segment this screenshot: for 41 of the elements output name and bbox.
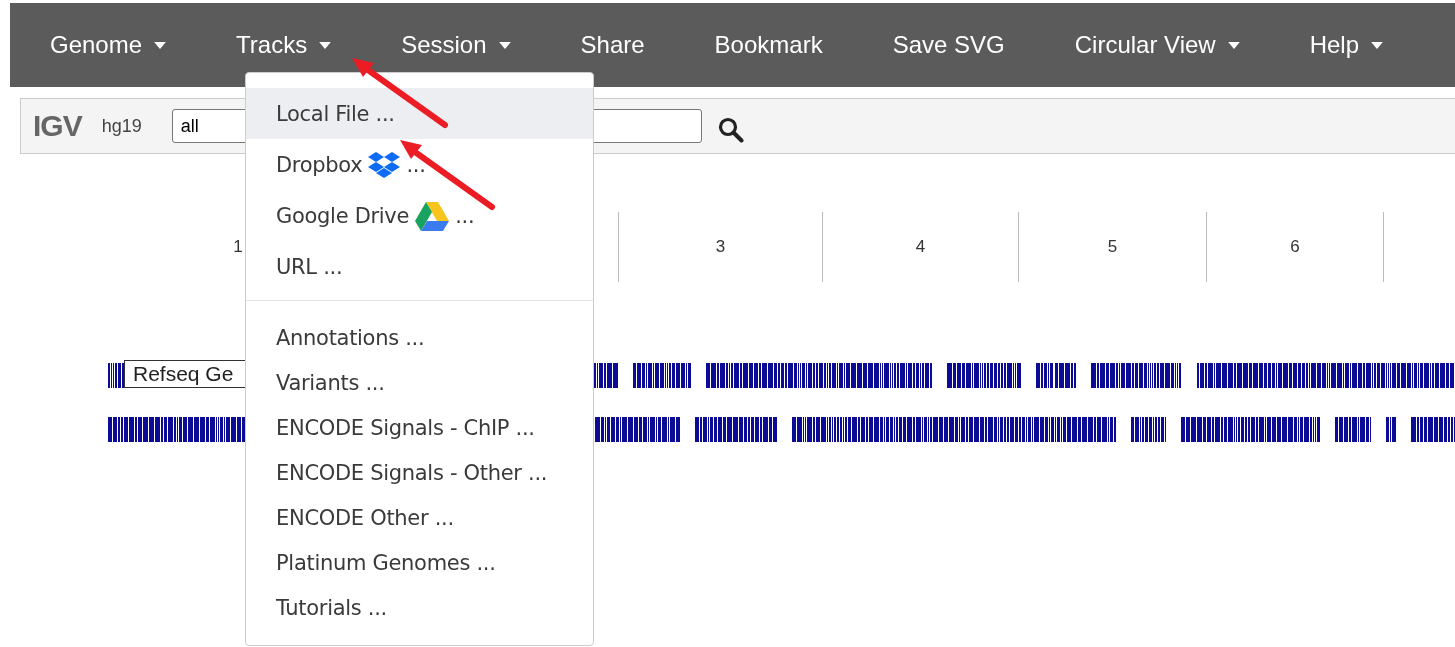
menu-item-label: Google Drive	[276, 203, 410, 228]
menu-item-label: URL ...	[276, 254, 343, 279]
nav-menu-item[interactable]: Session	[391, 23, 521, 67]
chromosome-label: 5	[1107, 237, 1118, 257]
menu-item-label: ENCODE Other ...	[276, 505, 454, 530]
menu-item-label: Platinum Genomes ...	[276, 550, 496, 575]
ellipsis-label: ...	[406, 152, 426, 177]
menu-item[interactable]: Tutorials ...	[246, 585, 593, 630]
chromosome-label: 6	[1290, 237, 1300, 257]
box-icon	[368, 150, 401, 179]
menu-item[interactable]: Platinum Genomes ...	[246, 540, 593, 585]
search-icon[interactable]	[717, 117, 744, 143]
drive-icon	[415, 200, 450, 231]
menu-item-label: Dropbox	[276, 152, 363, 177]
menu-item[interactable]: Google Drive ...	[246, 190, 593, 241]
menu-item[interactable]: Dropbox ...	[246, 139, 593, 190]
nav-menu-item[interactable]: Help	[1299, 23, 1393, 67]
menu-item[interactable]: ENCODE Other ...	[246, 495, 593, 540]
nav-menu-item[interactable]: Genome	[40, 23, 177, 67]
menu-item-label: Local File ...	[276, 101, 395, 126]
menu-item-label: Variants ...	[276, 370, 385, 395]
nav-menu-item[interactable]: Save SVG	[882, 23, 1015, 67]
menu-item-label: ENCODE Signals - Other ...	[276, 460, 548, 485]
menu-item[interactable]: URL ...	[246, 241, 593, 292]
menu-item[interactable]: Annotations ...	[246, 315, 593, 360]
menu-item-label: ENCODE Signals - ChIP ...	[276, 415, 535, 440]
chromosome-label: 4	[915, 237, 926, 257]
menu-item[interactable]: Local File ...	[246, 88, 593, 139]
menu-item-label: Annotations ...	[276, 325, 425, 350]
chromosome-label: 3	[715, 237, 726, 257]
nav-menu-item[interactable]: Circular View	[1064, 23, 1250, 67]
genome-label: hg19	[101, 115, 142, 137]
menu-item-label: Tutorials ...	[276, 595, 387, 620]
menu-item[interactable]: ENCODE Signals - ChIP ...	[246, 405, 593, 450]
app-logo: IGV	[33, 109, 82, 143]
nav-menu-item[interactable]: Bookmark	[704, 23, 833, 67]
chromosome-label: 1	[233, 237, 243, 257]
nav-menu-item[interactable]: Share	[570, 23, 655, 67]
ellipsis-label: ...	[455, 203, 475, 228]
nav-menu-item[interactable]: Tracks	[226, 23, 342, 67]
menu-item[interactable]: ENCODE Signals - Other ...	[246, 450, 593, 495]
